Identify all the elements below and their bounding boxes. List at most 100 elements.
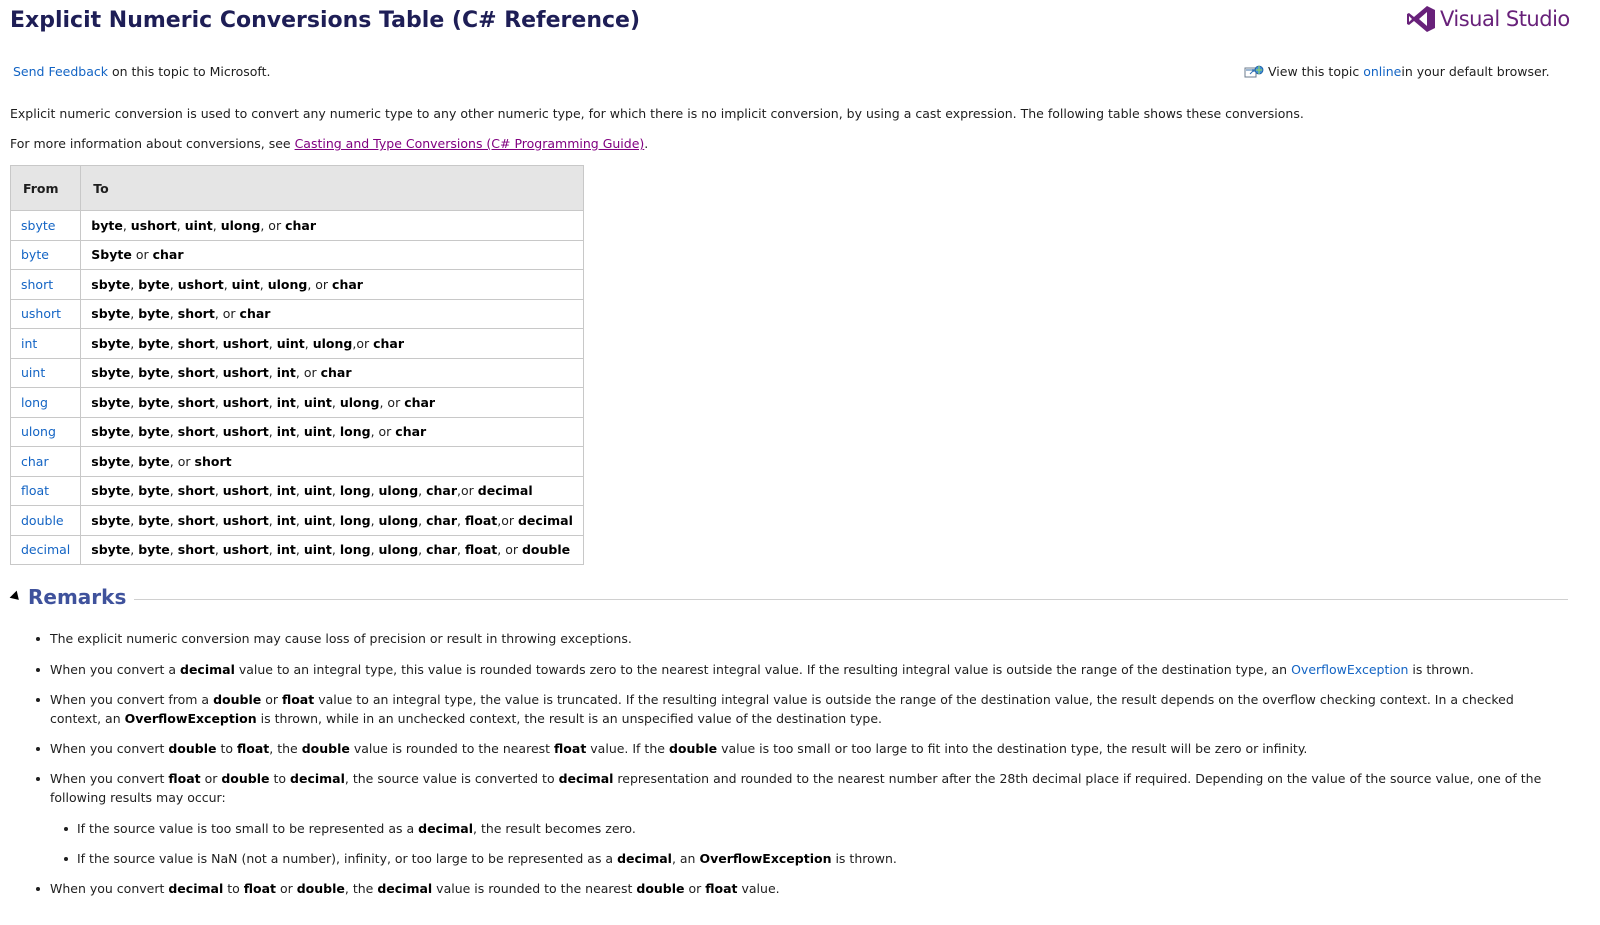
casting-conversions-link[interactable]: Casting and Type Conversions (C# Program…	[295, 136, 645, 151]
separator-text: ,	[331, 424, 340, 440]
target-type: short	[177, 306, 215, 322]
target-type: byte	[138, 365, 170, 381]
from-type-link[interactable]: int	[21, 336, 37, 351]
to-cell: sbyte, byte, short, ushort, int, uint, u…	[80, 387, 584, 418]
table-row: uint sbyte, byte, short, ushort, int, or …	[9, 357, 584, 388]
more-info-pre: For more information about conversions, …	[10, 136, 295, 151]
to-cell: sbyte, byte, short, ushort, int, or char	[80, 357, 584, 388]
target-type: short	[194, 453, 232, 469]
from-type-link[interactable]: uint	[21, 365, 45, 380]
target-type: long	[339, 512, 371, 528]
send-feedback-link[interactable]: Send Feedback	[13, 64, 108, 79]
target-type: ushort	[222, 335, 269, 351]
target-type: int	[276, 365, 296, 381]
target-type: char	[285, 217, 316, 233]
remarks-sub-bullet: If the source value is too small to be r…	[64, 820, 1477, 839]
remarks-section-header[interactable]: Remarks	[9, 585, 1568, 609]
table-row: int sbyte, byte, short, ushort, uint, ulo…	[9, 328, 584, 359]
separator-text: ,	[268, 365, 277, 381]
separator-text: ,	[331, 542, 340, 558]
separator-text: ,	[370, 512, 379, 528]
bold-term: double	[168, 741, 217, 756]
separator-text: ,or	[352, 335, 374, 351]
bullet-text: value to an integral type, this value is…	[234, 662, 1292, 677]
from-type-link[interactable]: short	[21, 277, 53, 292]
to-cell: sbyte, byte, short, ushort, int, uint, l…	[80, 505, 584, 536]
visual-studio-logo: Visual Studio	[1406, 4, 1570, 34]
target-type: char	[426, 542, 458, 558]
separator-text: ,	[418, 542, 427, 558]
from-cell: ushort	[9, 298, 82, 329]
from-type-link[interactable]: sbyte	[21, 218, 55, 233]
bullet-text: , the	[344, 881, 378, 896]
separator-text: , or	[295, 365, 321, 381]
target-type: short	[177, 394, 215, 410]
bold-term: double	[301, 741, 350, 756]
bullet-text: , the	[269, 741, 302, 756]
bullet-text: to	[269, 771, 291, 786]
target-type: ushort	[222, 483, 269, 499]
from-type-link[interactable]: decimal	[21, 542, 70, 557]
separator-text: ,	[212, 217, 221, 233]
bold-term: decimal	[290, 771, 345, 786]
separator-text: ,	[169, 394, 178, 410]
target-type: uint	[184, 217, 213, 233]
feedback-line: Send Feedback on this topic to Microsoft…	[13, 64, 270, 79]
separator-text: ,	[418, 483, 427, 499]
target-type: uint	[276, 335, 305, 351]
separator-text: ,	[259, 276, 268, 292]
view-online-link[interactable]: online	[1363, 64, 1401, 79]
target-type: byte	[138, 424, 170, 440]
target-type: float	[464, 542, 498, 558]
target-type: char	[426, 512, 458, 528]
table-row: sbyte byte, ushort, uint, ulong, or char	[9, 210, 584, 241]
target-type: char	[404, 394, 436, 410]
collapse-triangle-icon[interactable]	[9, 590, 23, 604]
target-type: float	[464, 512, 498, 528]
from-type-link[interactable]: ushort	[21, 306, 61, 321]
separator-text: ,	[169, 424, 178, 440]
separator-text: ,	[122, 217, 131, 233]
bullet-text: value is too small or too large to fit i…	[717, 741, 1308, 756]
from-type-link[interactable]: long	[21, 395, 48, 410]
target-type: uint	[231, 276, 260, 292]
from-type-link[interactable]: ulong	[21, 424, 56, 439]
separator-text: ,	[176, 217, 185, 233]
to-cell: sbyte, byte, or short	[80, 446, 584, 477]
separator-text: ,	[169, 512, 178, 528]
bold-term: decimal	[418, 821, 473, 836]
online-pre-text: View this topic	[1268, 64, 1360, 79]
bullet-text: If the source value is too small to be r…	[77, 821, 419, 836]
target-type: int	[276, 542, 296, 558]
bold-term: double	[636, 881, 685, 896]
target-type: uint	[303, 424, 332, 440]
target-type: byte	[138, 542, 170, 558]
from-type-link[interactable]: byte	[21, 247, 49, 262]
separator-text: ,	[169, 542, 178, 558]
target-type: ushort	[177, 276, 224, 292]
bullet-text: or	[276, 881, 297, 896]
table-row: double sbyte, byte, short, ushort, int, u…	[9, 505, 584, 536]
table-row: ulong sbyte, byte, short, ushort, int, ui…	[9, 416, 584, 447]
visual-studio-icon	[1407, 6, 1435, 32]
online-line: View this topic online in your default b…	[1244, 64, 1550, 79]
from-cell: uint	[9, 357, 82, 388]
bullet-text: , an	[671, 851, 700, 866]
bullet-text: value is rounded to the nearest	[432, 881, 637, 896]
separator-text: ,	[331, 512, 340, 528]
table-row: char sbyte, byte, or short	[9, 446, 584, 477]
from-type-link[interactable]: float	[21, 483, 49, 498]
target-type: sbyte	[91, 276, 131, 292]
target-type: byte	[138, 394, 170, 410]
bold-term: float	[237, 741, 270, 756]
bold-term: decimal	[180, 662, 235, 677]
target-type: sbyte	[91, 394, 131, 410]
overflow-exception-link[interactable]: OverflowException	[1291, 662, 1408, 677]
from-type-link[interactable]: char	[21, 454, 49, 469]
target-type: ulong	[378, 512, 419, 528]
bullet-text: or	[200, 771, 222, 786]
bold-term: OverflowException	[699, 851, 832, 866]
remarks-sub-bullet: If the source value is NaN (not a number…	[64, 850, 1477, 869]
separator-text: ,	[457, 542, 465, 558]
from-type-link[interactable]: double	[21, 513, 64, 528]
